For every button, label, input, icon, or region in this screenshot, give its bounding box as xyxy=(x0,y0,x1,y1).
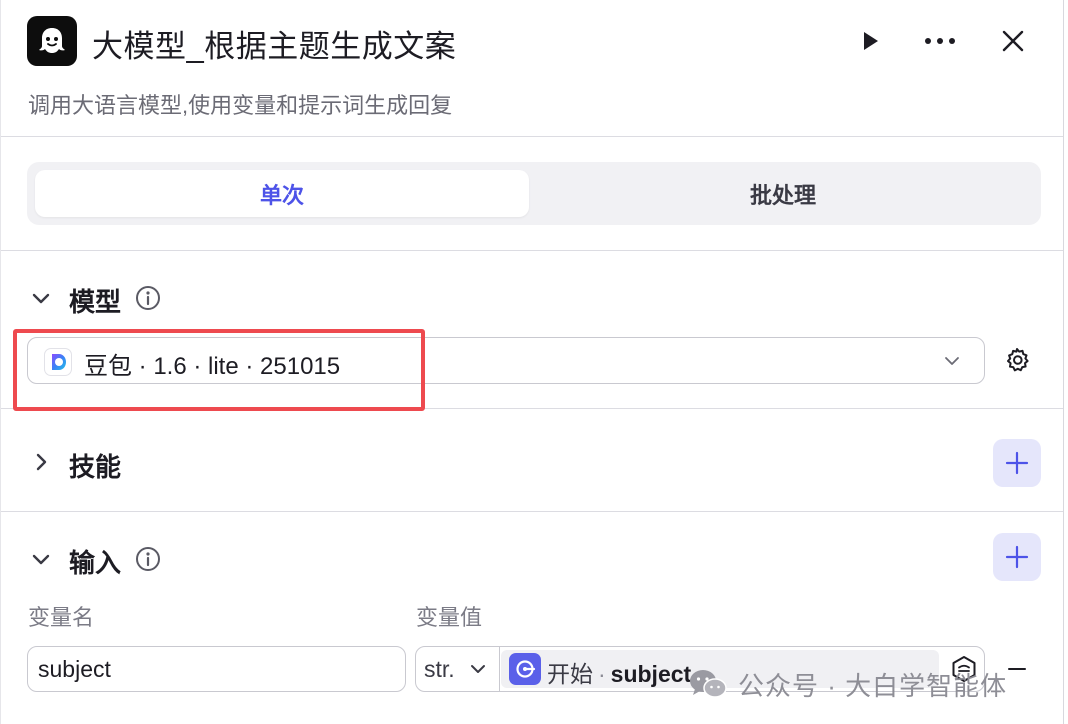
add-skill-button[interactable] xyxy=(993,439,1041,487)
model-section: 模型 豆包 · 1.6 · lite · 251015 xyxy=(1,251,1063,411)
chevron-down-icon xyxy=(471,665,485,673)
variable-reference-text: 开始 · subject xyxy=(547,655,691,689)
node-title[interactable]: 大模型_根据主题生成文案 xyxy=(92,21,456,66)
info-icon[interactable] xyxy=(135,285,161,311)
type-select-value: str. xyxy=(424,655,455,682)
expression-icon xyxy=(952,656,976,682)
chevron-down-icon xyxy=(945,357,959,365)
more-button[interactable] xyxy=(919,20,961,62)
chevron-down-icon[interactable] xyxy=(30,288,52,310)
node-description[interactable]: 调用大语言模型,使用变量和提示词生成回复 xyxy=(28,88,452,120)
variable-reference-chip[interactable]: 开始 · subject xyxy=(501,650,939,688)
add-input-button[interactable] xyxy=(993,533,1041,581)
node-config-panel: 大模型_根据主题生成文案 调用大语言模型,使用变量和提示词生成回复 单次 批处理 xyxy=(0,0,1064,724)
tab-batch[interactable]: 批处理 xyxy=(529,170,1037,217)
ref-variable-name: subject xyxy=(610,661,692,687)
skill-section: 技能 xyxy=(1,409,1063,512)
chevron-right-icon[interactable] xyxy=(31,451,53,473)
run-button[interactable] xyxy=(849,20,891,62)
ref-node-name: 开始 xyxy=(547,661,593,687)
model-name: 豆包 · 1.6 · lite · 251015 xyxy=(84,353,341,380)
column-label-var-name: 变量名 xyxy=(28,605,95,630)
model-section-title: 模型 xyxy=(69,287,122,317)
type-select[interactable]: str. xyxy=(416,647,500,691)
variable-name-input[interactable] xyxy=(27,646,406,692)
close-icon xyxy=(1002,30,1024,52)
start-node-icon xyxy=(509,653,541,685)
play-icon xyxy=(864,32,878,50)
panel-header: 大模型_根据主题生成文案 调用大语言模型,使用变量和提示词生成回复 xyxy=(1,0,1063,137)
ref-separator: · xyxy=(598,661,606,687)
mode-tabs-area: 单次 批处理 xyxy=(1,137,1063,251)
plus-icon xyxy=(1005,545,1029,569)
minus-icon xyxy=(1008,668,1026,670)
model-settings-button[interactable] xyxy=(1001,344,1033,376)
info-icon[interactable] xyxy=(135,546,161,572)
doubao-logo-icon xyxy=(44,348,72,376)
more-icon xyxy=(925,38,955,44)
column-label-var-value: 变量值 xyxy=(416,605,483,630)
tab-single[interactable]: 单次 xyxy=(35,170,529,217)
bot-icon xyxy=(27,16,77,66)
input-section: 输入 变量名 变量值 str. xyxy=(1,512,1063,724)
expression-button[interactable] xyxy=(946,651,982,687)
mode-tabs: 单次 批处理 xyxy=(27,162,1041,225)
remove-input-button[interactable] xyxy=(1005,662,1029,676)
model-select[interactable]: 豆包 · 1.6 · lite · 251015 xyxy=(27,337,985,384)
variable-value-field: str. 开始 · subject xyxy=(415,646,985,692)
skill-section-title: 技能 xyxy=(69,452,122,482)
close-button[interactable] xyxy=(992,20,1034,62)
chevron-down-icon[interactable] xyxy=(30,549,52,571)
input-section-title: 输入 xyxy=(69,548,122,578)
gear-icon xyxy=(1007,348,1029,372)
plus-icon xyxy=(1005,451,1029,475)
